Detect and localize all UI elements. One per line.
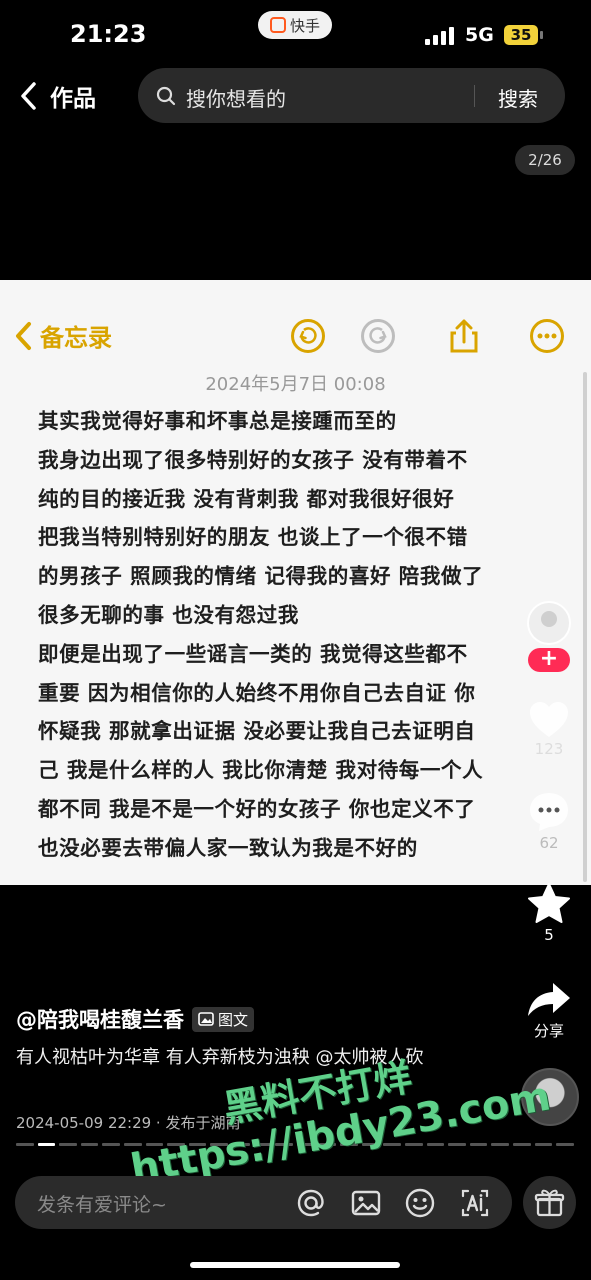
progress-segment bbox=[556, 1143, 574, 1146]
memo-line: 即便是出现了一些谣言一类的 我觉得这些都不 bbox=[38, 641, 468, 666]
memo-line: 我身边出现了很多特别好的女孩子 没有带着不 bbox=[38, 447, 468, 472]
search-divider bbox=[474, 85, 475, 107]
progress-segment bbox=[102, 1143, 121, 1146]
emoji-icon[interactable] bbox=[404, 1187, 436, 1219]
memo-line: 很多无聊的事 也没有怨过我 bbox=[38, 602, 299, 627]
app-name: 快手 bbox=[289, 16, 320, 35]
memo-line: 把我当特别特别好的朋友 也谈上了一个很不错 bbox=[38, 525, 468, 550]
memo-back-label: 备忘录 bbox=[40, 324, 112, 352]
progress-segment bbox=[80, 1143, 99, 1146]
home-indicator[interactable] bbox=[190, 1262, 400, 1268]
memo-line: 怀疑我 那就拿出证据 没必要让我自己去证明自 bbox=[38, 719, 476, 744]
app-indicator-pill: 快手 bbox=[258, 11, 332, 39]
memo-scrollbar bbox=[583, 372, 587, 882]
memo-line: 其实我觉得好事和坏事总是接踵而至的 bbox=[38, 409, 397, 433]
signal-icon bbox=[425, 25, 457, 45]
comment-count: 62 bbox=[539, 834, 559, 852]
progress-segment bbox=[534, 1143, 553, 1146]
memo-back-button: 备忘录 bbox=[12, 318, 112, 353]
author-name[interactable]: @陪我喝桂馥兰香 bbox=[16, 1004, 184, 1034]
progress-segment bbox=[469, 1143, 488, 1146]
search-bar[interactable]: 搜你想看的 搜索 bbox=[138, 68, 565, 123]
comment-button[interactable]: 62 bbox=[524, 790, 574, 852]
memo-line: 的男孩子 照顾我的情绪 记得我的喜好 陪我做了 bbox=[38, 564, 484, 589]
memo-line: 己 我是什么样的人 我比你清楚 我对待每一个人 bbox=[38, 758, 484, 783]
search-icon bbox=[156, 86, 176, 106]
search-input[interactable]: 搜你想看的 bbox=[186, 83, 286, 112]
post-type-tag: 图文 bbox=[192, 1006, 255, 1032]
back-button[interactable]: 作品 bbox=[18, 76, 96, 116]
post-type-label: 图文 bbox=[218, 1010, 249, 1029]
chevron-left-icon bbox=[21, 82, 36, 110]
status-time: 21:23 bbox=[70, 20, 147, 48]
progress-segment bbox=[448, 1143, 466, 1146]
share-label: 分享 bbox=[533, 1022, 564, 1040]
share-button[interactable]: 分享 bbox=[524, 980, 574, 1041]
memo-body: 其实我觉得好事和坏事总是接踵而至的 我身边出现了很多特别好的女孩子 没有带着不 … bbox=[38, 402, 548, 868]
author-row: @陪我喝桂馥兰香 图文 bbox=[16, 1004, 255, 1034]
share-arrow-icon bbox=[528, 983, 570, 1016]
memo-date: 2024年5月7日 00:08 bbox=[205, 374, 386, 395]
image-picker-icon[interactable] bbox=[350, 1187, 382, 1219]
memo-line: 也没必要去带偏人家一致认为我是不好的 bbox=[38, 835, 418, 860]
star-icon bbox=[528, 883, 570, 923]
comment-bubble-icon bbox=[530, 793, 568, 831]
page-counter: 2/26 bbox=[515, 145, 575, 175]
memo-image[interactable]: 备忘录 2024年5月7日 00:08 其实我觉得好事和坏事总是接踵而至的 我身… bbox=[0, 280, 591, 885]
profile-avatar-icon bbox=[527, 601, 571, 645]
undo-icon bbox=[291, 319, 325, 353]
heart-icon bbox=[530, 702, 568, 737]
progress-segment bbox=[491, 1143, 510, 1146]
follow-button[interactable]: + bbox=[528, 648, 570, 672]
like-count: 123 bbox=[534, 740, 564, 758]
network-type: 5G bbox=[465, 24, 494, 46]
more-options-icon bbox=[530, 319, 564, 353]
battery-tip bbox=[540, 31, 543, 39]
progress-segment bbox=[59, 1143, 77, 1146]
progress-segment bbox=[513, 1143, 531, 1146]
memo-chevron-left-icon bbox=[16, 321, 31, 350]
image-icon bbox=[198, 1012, 214, 1026]
back-label: 作品 bbox=[50, 86, 96, 112]
post-meta: 2024-05-09 22:29 · 发布于湖南 bbox=[16, 1114, 241, 1132]
favorite-button[interactable]: 5 bbox=[524, 882, 574, 944]
status-bar: 21:23 快手 5G 35 bbox=[0, 0, 591, 64]
memo-line: 纯的目的接近我 没有背刺我 都对我很好很好 bbox=[38, 486, 455, 511]
memo-line: 重要 因为相信你的人始终不用你自己去自证 你 bbox=[38, 680, 476, 705]
gift-icon bbox=[534, 1189, 565, 1217]
search-button[interactable]: 搜索 bbox=[498, 83, 538, 112]
share-icon bbox=[450, 319, 478, 353]
gift-button[interactable] bbox=[523, 1176, 576, 1229]
mention-icon[interactable] bbox=[295, 1187, 327, 1219]
comment-input[interactable]: 发条有爱评论~ bbox=[15, 1176, 512, 1229]
author-avatar-rail[interactable] bbox=[524, 600, 574, 646]
favorite-count: 5 bbox=[544, 926, 554, 944]
kuaishou-logo-icon bbox=[269, 17, 286, 33]
comment-placeholder: 发条有爱评论~ bbox=[37, 1194, 167, 1216]
redo-icon bbox=[361, 319, 395, 353]
progress-segment bbox=[16, 1143, 34, 1146]
progress-segment bbox=[426, 1143, 445, 1146]
battery-icon: 35 bbox=[504, 25, 538, 45]
ai-assist-icon[interactable] bbox=[459, 1187, 491, 1219]
like-button[interactable]: 123 bbox=[524, 700, 574, 758]
memo-line: 都不同 我是不是一个好的女孩子 你也定义不了 bbox=[38, 796, 476, 821]
progress-segment-active bbox=[37, 1143, 56, 1146]
